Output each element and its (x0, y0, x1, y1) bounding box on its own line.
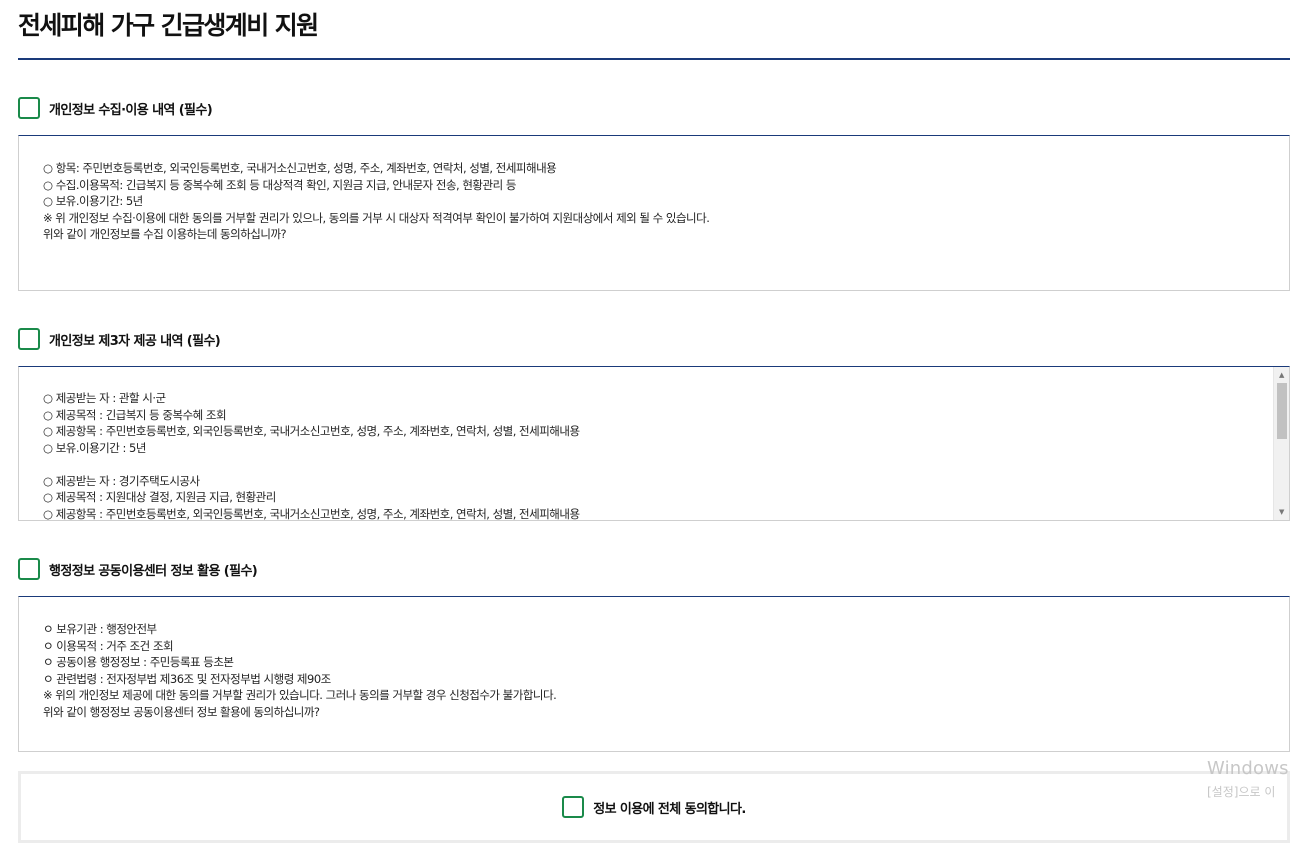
windows-activation-watermark: Windows [설정]으로 이 (1207, 758, 1289, 800)
terms-line: ㅇ 이용목적 : 거주 조건 조회 (43, 638, 174, 653)
agree-all-label[interactable]: 정보 이용에 전체 동의합니다. (593, 798, 746, 817)
admin-terms-box: ㅇ 보유기관 : 행정안전부 ㅇ 이용목적 : 거주 조건 조회 ㅇ 공동이용 … (18, 596, 1290, 752)
collect-consent-checkbox[interactable] (18, 97, 40, 119)
watermark-title: Windows (1207, 758, 1289, 779)
terms-line: ○ 제공목적 : 긴급복지 등 중복수혜 조회 (43, 407, 227, 422)
scroll-down-arrow-icon[interactable]: ▼ (1274, 505, 1289, 519)
terms-line: ○ 수집.이용목적: 긴급복지 등 중복수혜 조회 등 대상적격 확인, 지원금… (43, 177, 516, 192)
terms-line: ※ 위 개인정보 수집·이용에 대한 동의를 거부할 권리가 있으나, 동의를 … (43, 210, 710, 225)
terms-line: ○ 제공목적 : 지원대상 결정, 지원금 지급, 현황관리 (43, 490, 276, 504)
scroll-up-arrow-icon[interactable]: ▲ (1274, 368, 1289, 382)
terms-line: ○ 제공받는 자 : 관할 시·군 (43, 391, 166, 405)
terms-line: ㅇ 관련법령 : 전자정부법 제36조 및 전자정부법 시행령 제90조 (43, 671, 331, 686)
terms-line: ㅇ 공동이용 행정정보 : 주민등록표 등초본 (43, 655, 234, 669)
section-collect-label: 개인정보 수집·이용 내역 (필수) (49, 102, 213, 118)
terms-scrollbar[interactable]: ▲ ▼ (1273, 367, 1289, 520)
thirdparty-consent-checkbox[interactable] (18, 328, 40, 350)
terms-line: ○ 제공받는 자 : 경기주택도시공사 (43, 473, 200, 488)
terms-line: ○ 제공항목 : 주민번호등록번호, 외국인등록번호, 국내거소신고번호, 성명… (43, 506, 580, 521)
terms-question: 위와 같이 개인정보를 수집 이용하는데 동의하십니까? (43, 227, 287, 241)
section-thirdparty-header: 개인정보 제3자 제공 내역 (필수) (18, 328, 221, 350)
thirdparty-terms-box[interactable]: ○ 제공받는 자 : 관할 시·군 ○ 제공목적 : 긴급복지 등 중복수혜 조… (18, 366, 1290, 521)
terms-question: 위와 같이 행정정보 공동이용센터 정보 활용에 동의하십니까? (43, 704, 320, 719)
section-thirdparty-label: 개인정보 제3자 제공 내역 (필수) (49, 333, 221, 349)
agree-all-checkbox[interactable] (562, 796, 585, 818)
admin-consent-checkbox[interactable] (18, 558, 40, 580)
section-admin-label: 행정정보 공동이용센터 정보 활용 (필수) (49, 563, 258, 579)
section-admin-header: 행정정보 공동이용센터 정보 활용 (필수) (18, 558, 258, 580)
terms-line: ㅇ 보유기관 : 행정안전부 (43, 622, 157, 636)
terms-line: ○ 보유.이용기간: 5년 (43, 194, 143, 208)
page-title: 전세피해 가구 긴급생계비 지원 (18, 11, 319, 40)
title-divider (18, 58, 1290, 60)
scrollbar-thumb[interactable] (1277, 383, 1287, 439)
agree-all-panel: 정보 이용에 전체 동의합니다. (18, 771, 1290, 843)
watermark-subtitle: [설정]으로 이 (1207, 785, 1276, 799)
collect-terms-box: ○ 항목: 주민번호등록번호, 외국인등록번호, 국내거소신고번호, 성명, 주… (18, 135, 1290, 291)
terms-line: ○ 보유.이용기간 : 5년 (43, 440, 146, 455)
terms-line: ○ 제공항목 : 주민번호등록번호, 외국인등록번호, 국내거소신고번호, 성명… (43, 424, 580, 438)
terms-spacer (43, 456, 1265, 473)
terms-line: ※ 위의 개인정보 제공에 대한 동의를 거부할 권리가 있습니다. 그러나 동… (43, 688, 557, 702)
section-collect-header: 개인정보 수집·이용 내역 (필수) (18, 97, 213, 119)
terms-line: ○ 항목: 주민번호등록번호, 외국인등록번호, 국내거소신고번호, 성명, 주… (43, 161, 557, 175)
